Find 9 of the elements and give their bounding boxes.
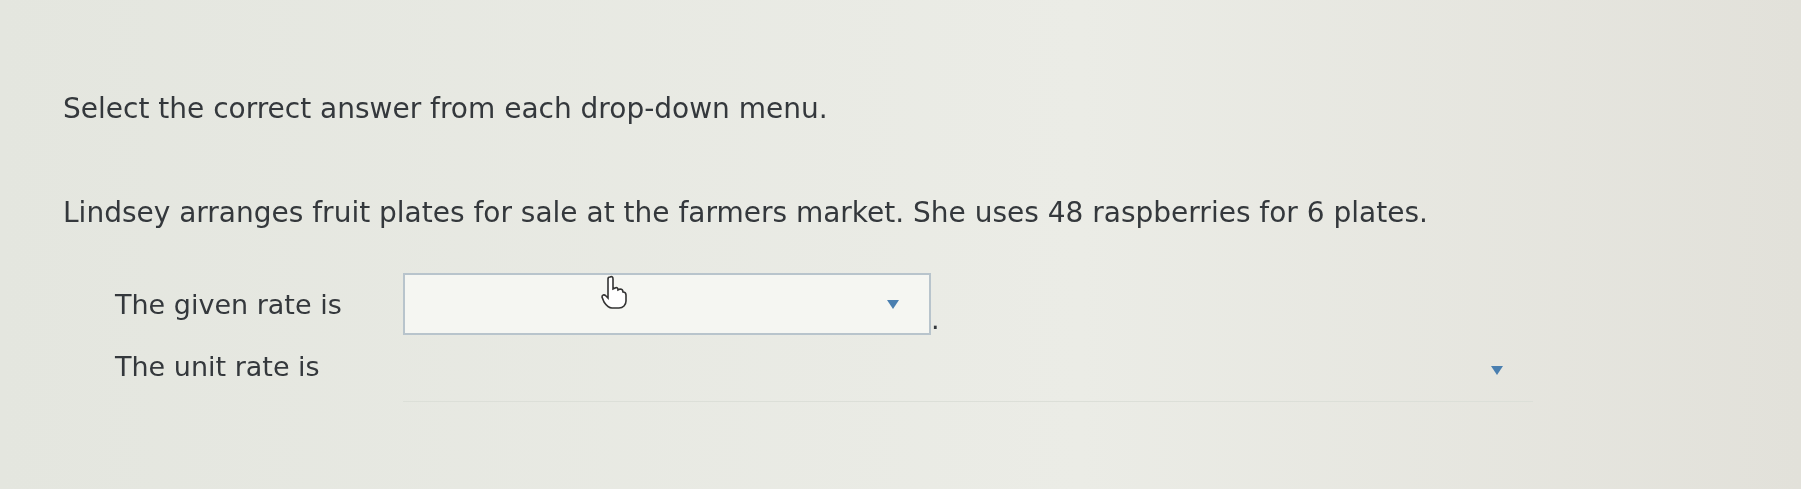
question-label: The given rate is [115,288,343,320]
caret-icon [1491,366,1503,375]
dropdown[interactable] [403,273,931,335]
question-label: The unit rate is [115,350,321,382]
period-text: . [931,304,940,335]
instruction-text: Select the correct answer from each drop-down menu. [63,92,829,127]
hand-cursor-icon [601,275,627,309]
problem-text: Lindsey arranges fruit plates for sale at the farmers market. She uses 48 raspberries for 6 plates. [63,196,1429,229]
caret-icon [887,299,899,309]
